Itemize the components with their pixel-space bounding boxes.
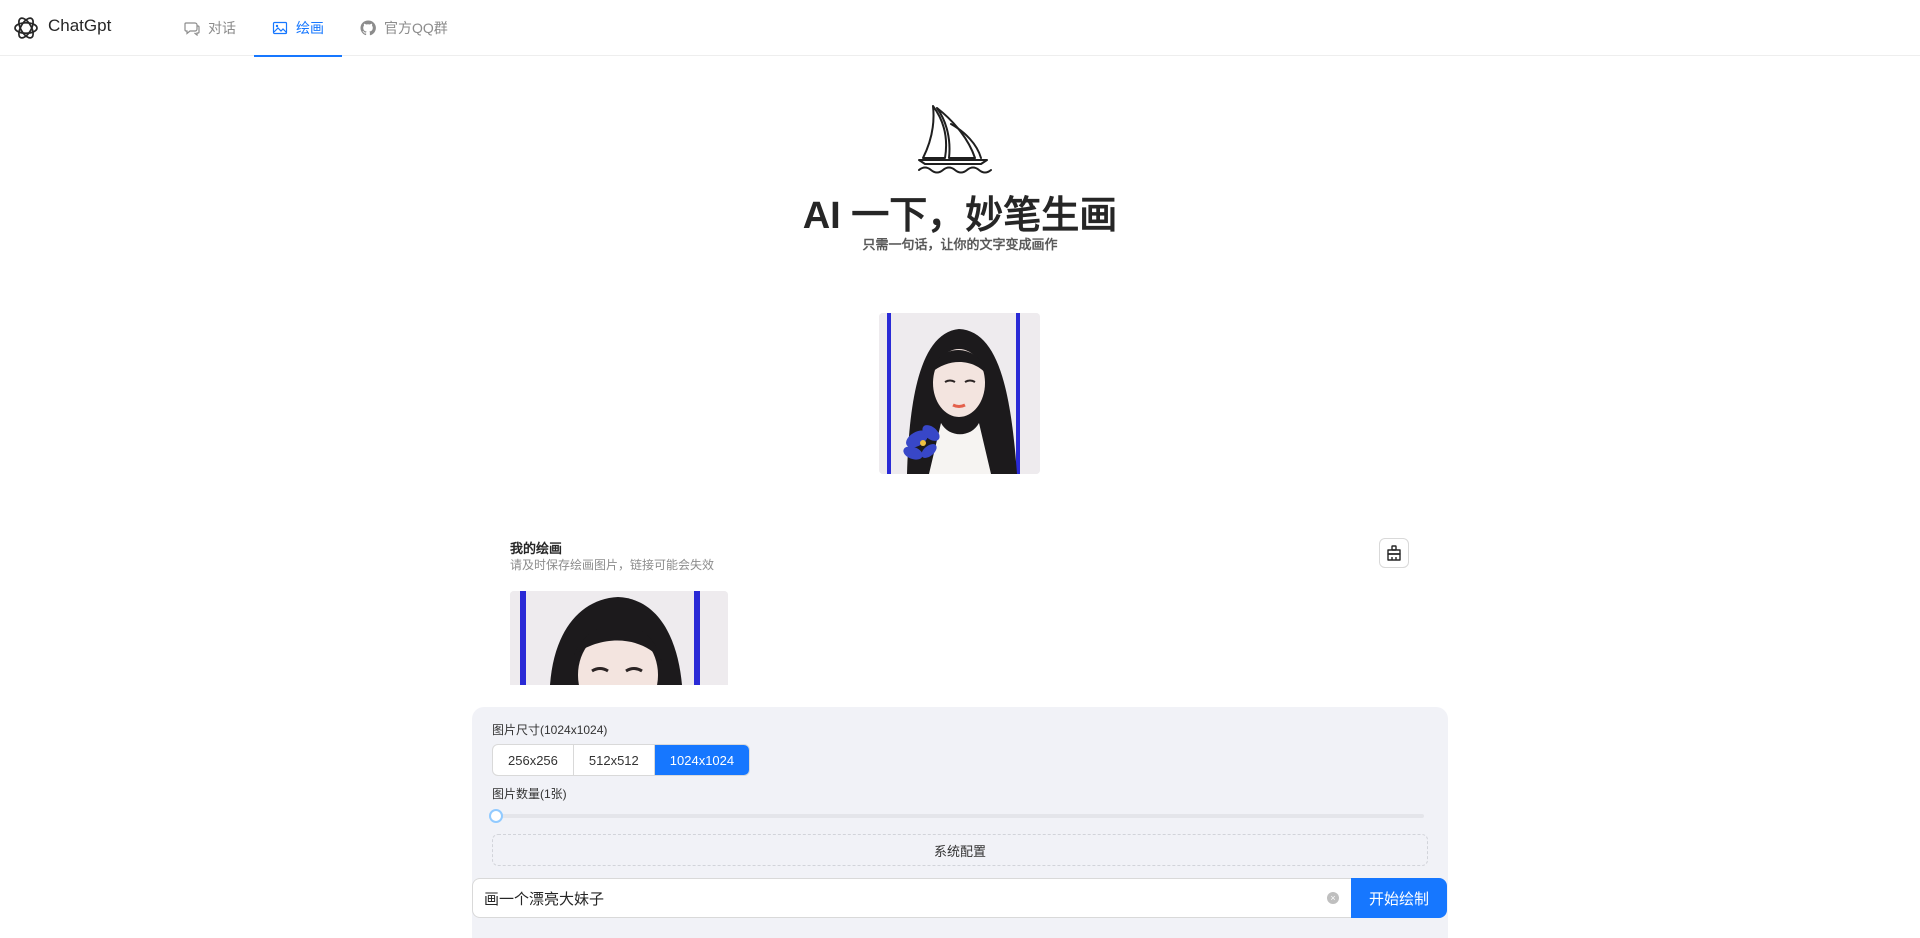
github-icon xyxy=(360,20,376,36)
hero-subtitle: 只需一句话，让你的文字变成画作 xyxy=(862,237,1058,252)
drawing-thumbnail[interactable] xyxy=(510,591,728,685)
hero-title: AI 一下，妙笔生画 xyxy=(802,195,1118,237)
image-size-label: 图片尺寸(1024x1024) xyxy=(492,723,608,737)
image-count-slider[interactable] xyxy=(489,809,1424,823)
nav-item-label: 绘画 xyxy=(296,20,324,36)
top-header: ChatGpt 对话 绘画 官方QQ群 xyxy=(0,0,1920,57)
my-drawings-subtitle: 请及时保存绘画图片，链接可能会失效 xyxy=(510,558,715,572)
portrait-image xyxy=(879,313,1040,474)
broom-icon xyxy=(1387,545,1401,561)
generated-image-preview[interactable] xyxy=(879,313,1040,474)
brand-name[interactable]: ChatGpt xyxy=(48,16,111,36)
size-option-256[interactable]: 256x256 xyxy=(493,745,574,775)
slider-handle[interactable] xyxy=(489,809,503,823)
image-count-label: 图片数量(1张) xyxy=(492,787,567,801)
prompt-input[interactable] xyxy=(472,878,1351,918)
draw-settings-panel: 图片尺寸(1024x1024) 256x256 512x512 1024x102… xyxy=(472,707,1448,938)
portrait-thumbnail-image xyxy=(510,591,728,685)
nav-item-label: 官方QQ群 xyxy=(384,20,448,36)
nav-item-draw[interactable]: 绘画 xyxy=(254,0,342,57)
system-config-button[interactable]: 系统配置 xyxy=(492,834,1428,866)
start-drawing-button[interactable]: 开始绘制 xyxy=(1351,878,1447,918)
main-nav: 对话 绘画 官方QQ群 xyxy=(166,0,466,57)
picture-icon xyxy=(272,21,288,35)
image-size-segmented: 256x256 512x512 1024x1024 xyxy=(492,744,751,776)
nav-item-chat[interactable]: 对话 xyxy=(166,0,254,56)
clear-input-icon[interactable]: × xyxy=(1327,892,1339,904)
nav-item-qq-group[interactable]: 官方QQ群 xyxy=(342,0,466,56)
my-drawings-title: 我的绘画 xyxy=(510,541,563,556)
size-option-512[interactable]: 512x512 xyxy=(574,745,655,775)
openai-logo-icon[interactable] xyxy=(12,14,40,42)
sailboat-logo-icon xyxy=(918,105,992,174)
nav-item-label: 对话 xyxy=(208,20,236,36)
chat-bubble-icon xyxy=(184,22,200,36)
prompt-bar: × 开始绘制 xyxy=(472,878,1451,918)
clear-drawings-button[interactable] xyxy=(1379,538,1409,568)
size-option-1024[interactable]: 1024x1024 xyxy=(654,745,750,775)
